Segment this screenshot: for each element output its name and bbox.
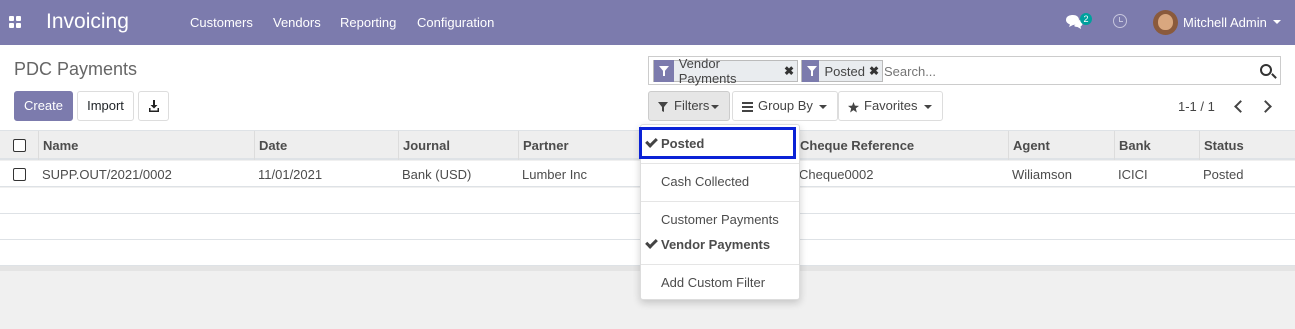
cell-partner: Lumber Inc bbox=[522, 167, 588, 182]
pager-previous-icon[interactable] bbox=[1233, 100, 1243, 112]
filter-cash-collected[interactable]: Cash Collected bbox=[661, 174, 749, 189]
cell-date: 11/01/2021 bbox=[258, 167, 323, 182]
cell-cheque: Cheque0002 bbox=[799, 167, 874, 182]
search-bar: Vendor Payments ✖ Posted ✖ bbox=[648, 56, 1281, 86]
filter-funnel-icon bbox=[802, 60, 820, 82]
menu-reporting[interactable]: Reporting bbox=[340, 15, 396, 30]
app-brand[interactable]: Invoicing bbox=[46, 10, 129, 34]
select-all-checkbox[interactable] bbox=[13, 139, 26, 152]
menu-customers[interactable]: Customers bbox=[190, 15, 253, 30]
facet-remove-icon[interactable]: ✖ bbox=[869, 64, 879, 78]
facet-vendor-payments: Vendor Payments ✖ bbox=[653, 56, 798, 86]
top-navbar: Invoicing Customers Vendors Reporting Co… bbox=[0, 0, 1295, 45]
apps-menu-icon[interactable] bbox=[9, 16, 21, 28]
chat-count-badge: 2 bbox=[1080, 13, 1092, 25]
facet-label: Posted bbox=[824, 63, 865, 79]
star-icon bbox=[848, 102, 859, 113]
filters-button[interactable]: Filters bbox=[648, 91, 730, 121]
activity-clock-icon[interactable] bbox=[1113, 14, 1127, 28]
user-menu-caret-icon[interactable] bbox=[1273, 20, 1281, 24]
caret-down-icon bbox=[711, 105, 719, 109]
header-status[interactable]: Status bbox=[1204, 138, 1244, 153]
filter-customer-payments[interactable]: Customer Payments bbox=[661, 212, 779, 227]
highlight-box bbox=[639, 127, 796, 159]
header-name[interactable]: Name bbox=[43, 138, 78, 153]
pager-next-icon[interactable] bbox=[1261, 100, 1271, 112]
facet-label: Vendor Payments bbox=[678, 56, 737, 86]
header-partner[interactable]: Partner bbox=[523, 138, 569, 153]
filter-vendor-payments[interactable]: Vendor Payments bbox=[661, 237, 770, 252]
filter-funnel-icon bbox=[654, 60, 674, 82]
group-by-button[interactable]: Group By bbox=[732, 91, 838, 121]
search-icon[interactable] bbox=[1260, 64, 1272, 76]
check-icon bbox=[645, 236, 658, 249]
favorites-label: Favorites bbox=[864, 98, 918, 113]
user-avatar[interactable] bbox=[1153, 10, 1178, 35]
favorites-button[interactable]: Favorites bbox=[838, 91, 943, 121]
header-date[interactable]: Date bbox=[259, 138, 287, 153]
list-icon bbox=[742, 102, 753, 112]
download-icon bbox=[149, 100, 159, 112]
cell-status: Posted bbox=[1203, 167, 1244, 182]
create-button[interactable]: Create bbox=[14, 91, 73, 121]
cell-agent: Wiliamson bbox=[1012, 167, 1072, 182]
pager-value[interactable]: 1-1 / 1 bbox=[1178, 99, 1215, 114]
caret-down-icon bbox=[819, 105, 827, 109]
header-journal[interactable]: Journal bbox=[403, 138, 450, 153]
search-input[interactable] bbox=[884, 60, 1254, 82]
caret-down-icon bbox=[924, 105, 932, 109]
user-name[interactable]: Mitchell Admin bbox=[1183, 15, 1267, 30]
cell-name: SUPP.OUT/2021/0002 bbox=[42, 167, 172, 182]
cell-bank: ICICI bbox=[1118, 167, 1148, 182]
header-bank[interactable]: Bank bbox=[1119, 138, 1151, 153]
header-cheque-reference[interactable]: Cheque Reference bbox=[800, 138, 914, 153]
cell-journal: Bank (USD) bbox=[402, 167, 472, 182]
export-button[interactable] bbox=[138, 91, 169, 121]
menu-vendors[interactable]: Vendors bbox=[273, 15, 321, 30]
header-agent[interactable]: Agent bbox=[1013, 138, 1050, 153]
facet-remove-icon[interactable]: ✖ bbox=[784, 64, 794, 78]
facet-posted: Posted ✖ bbox=[801, 60, 883, 82]
filter-icon bbox=[658, 102, 668, 112]
row-checkbox[interactable] bbox=[13, 168, 26, 181]
import-button[interactable]: Import bbox=[77, 91, 134, 121]
filters-label: Filters bbox=[674, 98, 710, 113]
add-custom-filter[interactable]: Add Custom Filter bbox=[661, 275, 765, 290]
menu-configuration[interactable]: Configuration bbox=[417, 15, 494, 30]
group-by-label: Group By bbox=[758, 98, 813, 113]
page-title: PDC Payments bbox=[14, 59, 138, 79]
control-panel: PDC Payments Create Import Vendor Paymen… bbox=[0, 45, 1295, 131]
